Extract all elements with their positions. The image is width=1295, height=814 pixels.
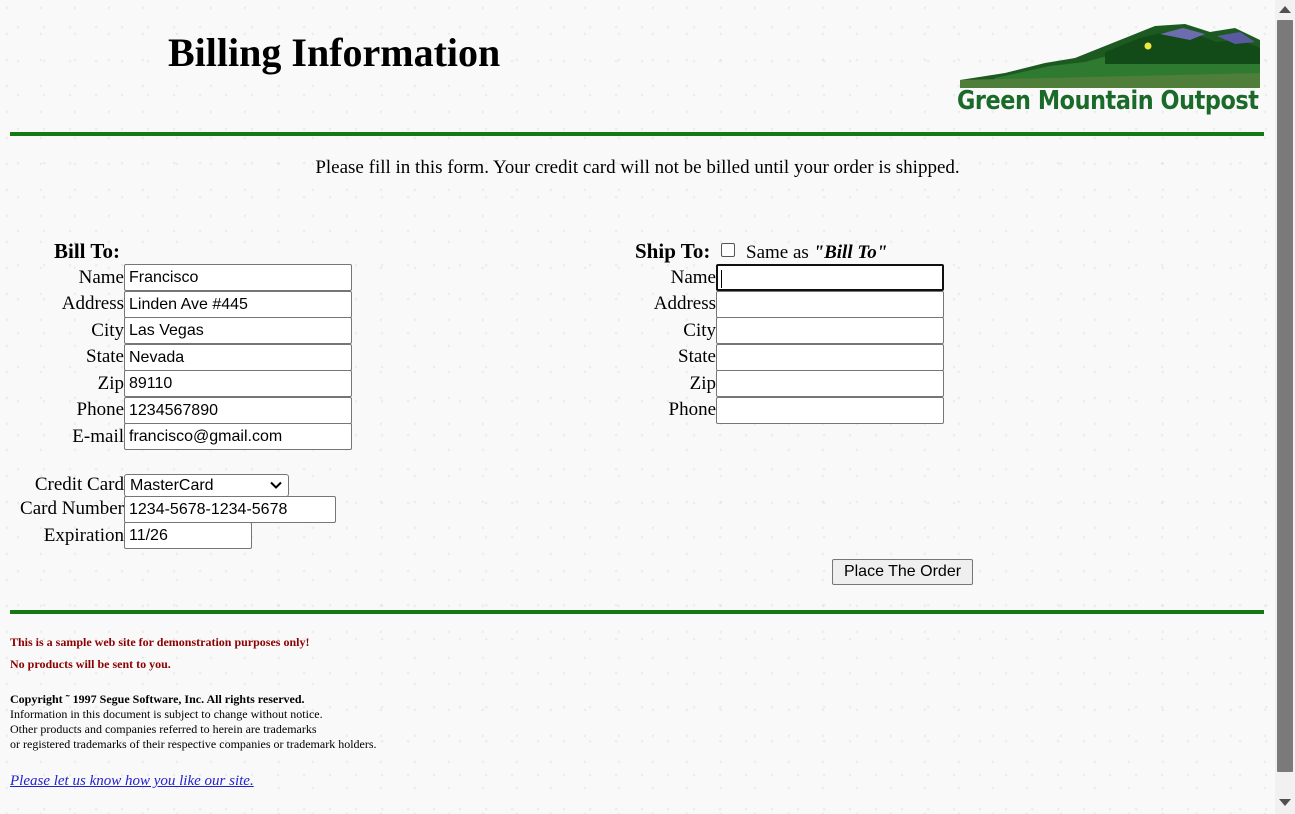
place-order-button[interactable]: Place The Order [832, 559, 973, 585]
notice-line-1: Information in this document is subject … [10, 707, 323, 721]
bill-zip-label: Zip [97, 373, 124, 394]
bill-email-input[interactable]: francisco@gmail.com [124, 423, 352, 450]
ship-state-input[interactable] [716, 344, 944, 371]
ship-phone-input[interactable] [716, 397, 944, 424]
scroll-down-arrow-icon[interactable] [1279, 799, 1291, 806]
billing-page: Billing Information Green Mountain Outpo… [0, 0, 1275, 814]
bill-state-input[interactable]: Nevada [124, 344, 352, 371]
logo-text: Green Mountain Outpost [957, 86, 1259, 116]
bill-name-input[interactable]: Francisco [124, 264, 352, 291]
bill-zip-input[interactable]: 89110 [124, 370, 352, 397]
ship-name-input[interactable] [716, 264, 944, 291]
scroll-up-arrow-icon[interactable] [1279, 6, 1291, 13]
ship-zip-input[interactable] [716, 370, 944, 397]
demo-disclaimer: This is a sample web site for demonstrat… [10, 635, 310, 649]
vertical-scrollbar[interactable] [1275, 0, 1295, 814]
notice-line-2: Other products and companies referred to… [10, 722, 317, 736]
ship-name-label: Name [670, 267, 716, 288]
copyright-block: Copyright ˜ 1997 Segue Software, Inc. Al… [10, 692, 377, 752]
page-title: Billing Information [168, 30, 501, 75]
bill-email-label: E-mail [72, 426, 124, 447]
notice-line-3: or registered trademarks of their respec… [10, 737, 377, 751]
chevron-down-icon [270, 481, 282, 489]
same-as-bill-to-label: Same as "Bill To" [746, 242, 887, 264]
ship-zip-label: Zip [689, 373, 716, 394]
card-number-input[interactable]: 1234-5678-1234-5678 [124, 496, 336, 523]
bottom-divider [10, 610, 1264, 614]
bill-phone-label: Phone [76, 399, 125, 420]
expiration-input[interactable]: 11/26 [124, 522, 252, 549]
credit-card-label: Credit Card [34, 474, 124, 495]
text-caret [721, 269, 722, 288]
same-as-prefix: Same as [746, 242, 814, 263]
ship-address-label: Address [653, 293, 716, 314]
ship-to-heading: Ship To: [635, 239, 711, 263]
ship-city-input[interactable] [716, 317, 944, 344]
copyright-line: Copyright ˜ 1997 Segue Software, Inc. Al… [10, 692, 305, 706]
expiration-label: Expiration [43, 525, 124, 546]
credit-card-selected-value: MasterCard [130, 477, 214, 494]
bill-address-input[interactable]: Linden Ave #445 [124, 291, 352, 318]
credit-card-select[interactable]: MasterCard [124, 474, 289, 497]
ship-state-label: State [678, 346, 716, 367]
same-as-bill-to-emphasis: "Bill To" [813, 242, 888, 263]
bill-state-label: State [86, 346, 124, 367]
ship-address-input[interactable] [716, 291, 944, 318]
intro-text: Please fill in this form. Your credit ca… [315, 157, 960, 178]
bill-name-label: Name [78, 267, 124, 288]
mountain-logo-graphic [960, 24, 1260, 88]
feedback-link[interactable]: Please let us know how you like our site… [10, 773, 254, 790]
bill-city-input[interactable]: Las Vegas [124, 317, 352, 344]
bill-address-label: Address [61, 293, 124, 314]
card-number-label: Card Number [20, 498, 124, 519]
bill-city-label: City [91, 320, 124, 341]
same-as-bill-to-checkbox[interactable] [721, 243, 735, 257]
scrollbar-thumb[interactable] [1277, 20, 1293, 772]
bill-phone-input[interactable]: 1234567890 [124, 397, 352, 424]
no-products-notice: No products will be sent to you. [10, 657, 171, 671]
green-mountain-outpost-logo: Green Mountain Outpost [955, 18, 1265, 122]
top-divider [10, 132, 1264, 136]
bill-to-heading: Bill To: [54, 239, 120, 263]
ship-phone-label: Phone [668, 399, 717, 420]
ship-city-label: City [683, 320, 716, 341]
